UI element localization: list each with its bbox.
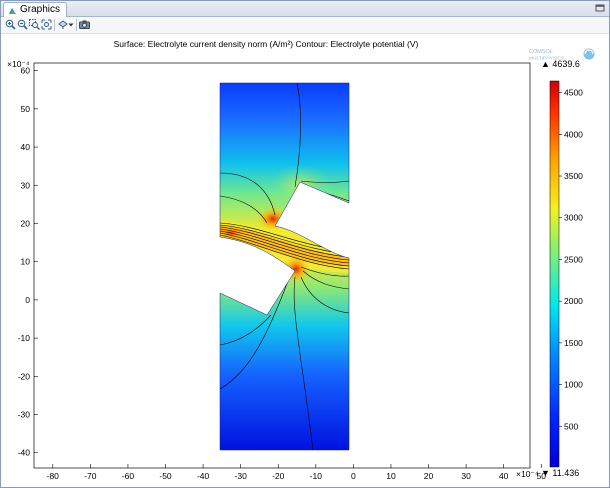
zoom-out-icon[interactable] bbox=[17, 19, 28, 30]
colorbar-min-label: ▼ 11.436 bbox=[541, 468, 580, 478]
zoom-box-icon[interactable] bbox=[29, 19, 40, 30]
image-snapshot-icon[interactable] bbox=[79, 19, 90, 30]
plot-title: Surface: Electrolyte current density nor… bbox=[113, 39, 419, 49]
colorbar-max-label: ▲ 4639.6 bbox=[541, 59, 580, 69]
graphics-icon bbox=[8, 6, 17, 14]
tab-bar: Graphics bbox=[1, 1, 609, 17]
graphics-toolbar bbox=[1, 17, 609, 34]
logo-text-line1: COMSOL bbox=[529, 49, 553, 55]
tab-graphics-label: Graphics bbox=[20, 4, 61, 15]
maximize-button[interactable] bbox=[593, 2, 607, 14]
graphics-window: Graphics Surface: Electrolyte current de… bbox=[0, 0, 610, 488]
dropdown-arrow-icon[interactable] bbox=[68, 19, 74, 30]
plot-area[interactable] bbox=[1, 34, 609, 487]
zoom-in-icon[interactable] bbox=[5, 19, 16, 30]
toolbar-separator bbox=[54, 19, 55, 31]
toolbar-separator bbox=[76, 19, 77, 31]
tab-graphics[interactable]: Graphics bbox=[3, 2, 68, 17]
zoom-extents-icon[interactable] bbox=[41, 19, 52, 30]
